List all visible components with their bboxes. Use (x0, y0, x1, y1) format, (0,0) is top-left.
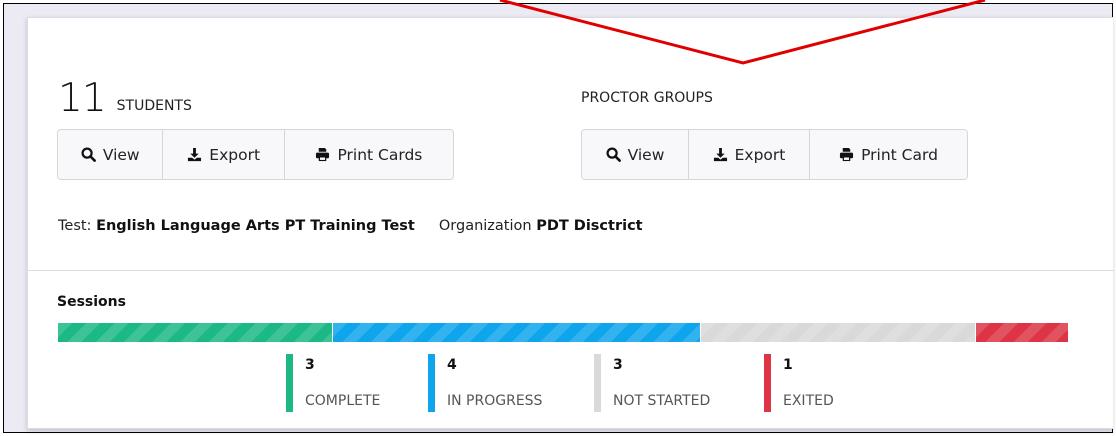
print-icon (316, 147, 330, 162)
proctor-view-button[interactable]: View (582, 130, 689, 179)
proctor-export-label: Export (734, 145, 786, 164)
organization-label: Organization (438, 218, 532, 234)
sessions-legend: 3 COMPLETE 4 IN PROGRESS 3 NOT STARTED 1 EXITED (286, 354, 884, 412)
session-bar-exited (976, 323, 1068, 342)
legend-label: NOT STARTED (613, 393, 711, 409)
students-header: 11 STUDENTS (58, 76, 192, 121)
session-bar-complete (58, 323, 334, 342)
legend-count: 3 (305, 357, 315, 373)
proctor-groups-label: PROCTOR GROUPS (581, 90, 713, 106)
download-icon (188, 147, 202, 162)
legend-item-complete: 3 COMPLETE (286, 354, 428, 412)
students-print-cards-button[interactable]: Print Cards (284, 130, 453, 179)
download-icon (713, 147, 727, 162)
students-count: 11 (58, 76, 107, 121)
print-icon (840, 147, 854, 162)
students-button-group: View Export Print Cards (57, 129, 454, 180)
students-label: STUDENTS (116, 98, 192, 114)
sessions-title: Sessions (57, 294, 126, 310)
legend-count: 3 (613, 357, 623, 373)
legend-label: EXITED (783, 393, 834, 409)
search-icon (606, 147, 621, 162)
session-bar-in-progress (333, 323, 701, 342)
legend-color-stripe (428, 354, 435, 412)
test-label: Test: (58, 218, 92, 234)
session-bar-not-started (700, 323, 977, 342)
legend-count: 1 (783, 357, 793, 373)
legend-item-in-progress: 4 IN PROGRESS (428, 354, 594, 412)
search-icon (81, 147, 96, 162)
legend-item-not-started: 3 NOT STARTED (594, 354, 764, 412)
test-name: English Language Arts PT Training Test (96, 218, 415, 234)
sessions-progress-bar (58, 323, 1068, 342)
proctor-export-button[interactable]: Export (689, 130, 810, 179)
organization-name: PDT Disctrict (536, 218, 643, 234)
students-print-label: Print Cards (337, 145, 423, 164)
proctor-view-label: View (627, 145, 665, 164)
legend-label: COMPLETE (305, 393, 381, 409)
students-view-label: View (102, 145, 140, 164)
proctor-print-card-button[interactable]: Print Card (810, 130, 967, 179)
section-divider (28, 270, 1114, 271)
test-summary-card: 11 STUDENTS PROCTOR GROUPS View Export P… (27, 17, 1114, 429)
test-info-line: Test: English Language Arts PT Training … (58, 218, 643, 234)
legend-label: IN PROGRESS (447, 393, 543, 409)
legend-color-stripe (764, 354, 771, 412)
students-export-button[interactable]: Export (163, 130, 285, 179)
proctor-print-label: Print Card (861, 145, 938, 164)
legend-item-exited: 1 EXITED (764, 354, 884, 412)
students-view-button[interactable]: View (58, 130, 164, 179)
legend-color-stripe (594, 354, 601, 412)
proctor-button-group: View Export Print Card (581, 129, 968, 180)
legend-color-stripe (286, 354, 293, 412)
students-export-label: Export (209, 145, 261, 164)
legend-count: 4 (447, 357, 457, 373)
